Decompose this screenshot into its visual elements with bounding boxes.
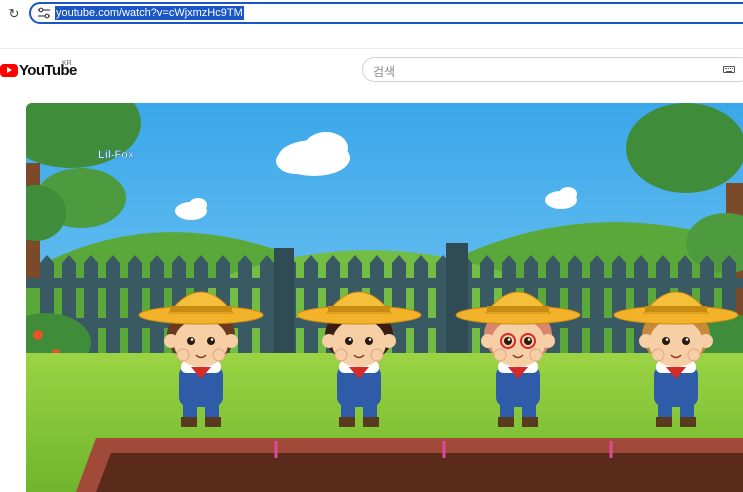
fence-picket (414, 255, 428, 363)
fence-picket (590, 255, 604, 363)
reload-icon[interactable]: ↻ (6, 6, 22, 22)
url-text[interactable]: youtube.com/watch?v=cWjxmzHc9TM (55, 6, 244, 20)
search-input[interactable]: 검색 (373, 63, 395, 80)
fence-picket (568, 255, 582, 363)
garden-soil (96, 453, 743, 492)
browser-toolbar: ↻ youtube.com/watch?v=cWjxmzHc9TM (0, 0, 743, 30)
fence-picket (128, 255, 142, 363)
tomato (33, 330, 43, 340)
country-code: KR (62, 60, 72, 67)
tune-icon[interactable] (37, 7, 51, 19)
address-bar[interactable]: youtube.com/watch?v=cWjxmzHc9TM (29, 2, 743, 24)
fence-picket (612, 255, 626, 363)
fence-post (274, 248, 294, 358)
fence-picket (260, 255, 274, 363)
fence-picket (106, 255, 120, 363)
keyboard-icon[interactable] (723, 66, 735, 73)
search-box[interactable]: 검색 (362, 57, 743, 82)
fence-post (446, 243, 468, 358)
video-frame: Lil-Fox (26, 103, 743, 492)
channel-watermark: Lil-Fox (98, 149, 136, 162)
svg-text:Lil-Fox: Lil-Fox (98, 149, 135, 161)
youtube-play-icon (0, 63, 18, 77)
toolbar-divider (0, 48, 743, 49)
video-player[interactable]: Lil-Fox (26, 103, 743, 492)
